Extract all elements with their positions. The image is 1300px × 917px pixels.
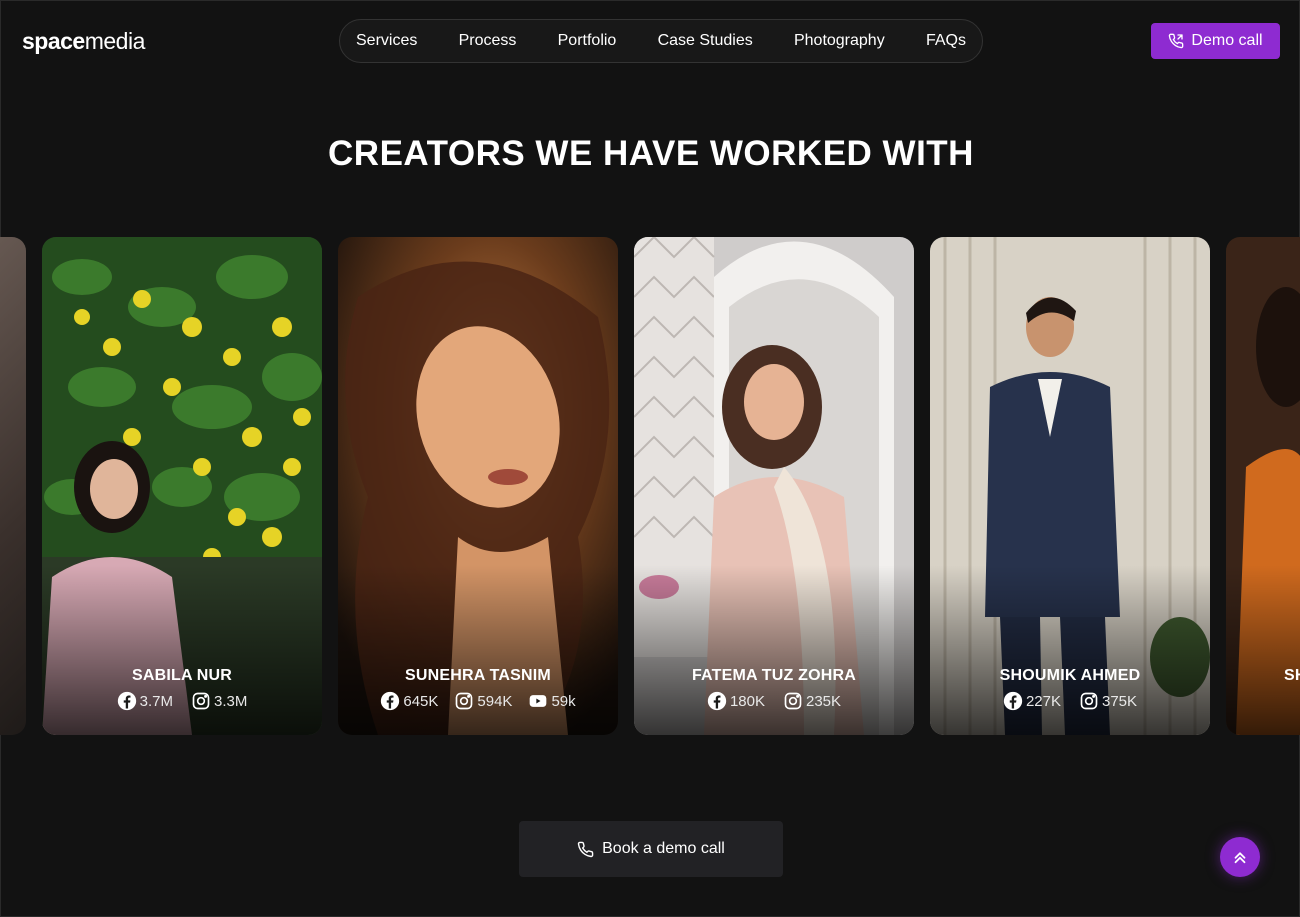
creator-name: SH (1284, 667, 1300, 684)
creator-card[interactable]: SUNEHRA TASNIM 645K 594K 59k (338, 237, 618, 735)
book-demo-call-button[interactable]: Book a demo call (519, 821, 783, 877)
instagram-count: 375K (1102, 692, 1138, 710)
facebook-count: 180K (729, 692, 765, 710)
instagram-stat: 3.3M (191, 691, 247, 711)
creator-card-partial-left[interactable] (0, 237, 26, 735)
demo-call-button[interactable]: Demo call (1151, 23, 1280, 59)
creator-card-partial-right[interactable]: SH (1226, 237, 1300, 735)
instagram-icon (1080, 692, 1098, 710)
instagram-stat: 375K (1079, 691, 1137, 711)
creator-name: SHOUMIK AHMED (999, 667, 1141, 684)
facebook-stat: 3.7M (117, 691, 173, 711)
instagram-count: 3.3M (214, 692, 248, 710)
book-demo-call-label: Book a demo call (602, 840, 725, 857)
scroll-to-top-button[interactable] (1220, 837, 1260, 877)
facebook-icon (381, 691, 400, 711)
facebook-count: 3.7M (139, 692, 173, 710)
creator-card[interactable]: SHOUMIK AHMED 227K 375K (930, 237, 1210, 735)
youtube-stat: 59k (528, 691, 576, 711)
instagram-count: 235K (806, 692, 842, 710)
nav-item-process[interactable]: Process (459, 32, 517, 50)
main-nav: Services Process Portfolio Case Studies … (339, 19, 983, 63)
creator-name: FATEMA TUZ ZOHRA (691, 667, 857, 684)
card-gradient (1226, 565, 1300, 735)
facebook-count: 227K (1025, 692, 1061, 710)
logo-bold-text: space (22, 28, 85, 54)
nav-item-services[interactable]: Services (356, 32, 417, 50)
youtube-icon (530, 695, 547, 707)
phone-icon (1169, 33, 1184, 49)
instagram-icon (784, 692, 802, 710)
facebook-icon (117, 691, 136, 711)
logo-light-text: media (84, 28, 146, 54)
creator-card[interactable]: SABILA NUR 3.7M 3.3M (42, 237, 322, 735)
facebook-count: 645K (403, 692, 439, 710)
instagram-stat: 235K (783, 691, 841, 711)
creator-stats: 3.7M 3.3M (42, 691, 322, 711)
brand-logo[interactable]: spacemedia (22, 27, 145, 55)
creator-card[interactable]: FATEMA TUZ ZOHRA 180K 235K (634, 237, 914, 735)
creator-name: SUNEHRA TASNIM (405, 667, 551, 684)
youtube-count: 59k (551, 692, 576, 710)
creator-stats: 227K 375K (930, 691, 1210, 711)
facebook-stat: 227K (1003, 691, 1061, 711)
instagram-count: 594K (477, 692, 513, 710)
facebook-icon (707, 691, 727, 711)
facebook-icon (1003, 691, 1023, 711)
instagram-stat: 594K (454, 691, 512, 711)
facebook-stat: 645K (380, 691, 438, 711)
creator-stats: 645K 594K 59k (338, 691, 618, 711)
phone-icon (577, 841, 594, 857)
nav-item-photography[interactable]: Photography (794, 32, 885, 50)
section-title: CREATORS WE HAVE WORKED WITH (328, 134, 974, 173)
chevrons-up-icon (1234, 852, 1246, 864)
instagram-icon (456, 692, 473, 710)
demo-call-label: Demo call (1191, 32, 1263, 49)
creator-name: SABILA NUR (131, 667, 233, 684)
instagram-icon (192, 692, 210, 710)
nav-item-case-studies[interactable]: Case Studies (658, 32, 753, 50)
creator-stats: 180K 235K (634, 691, 914, 711)
nav-item-portfolio[interactable]: Portfolio (558, 32, 617, 50)
nav-item-faqs[interactable]: FAQs (926, 32, 966, 50)
facebook-stat: 180K (707, 691, 765, 711)
